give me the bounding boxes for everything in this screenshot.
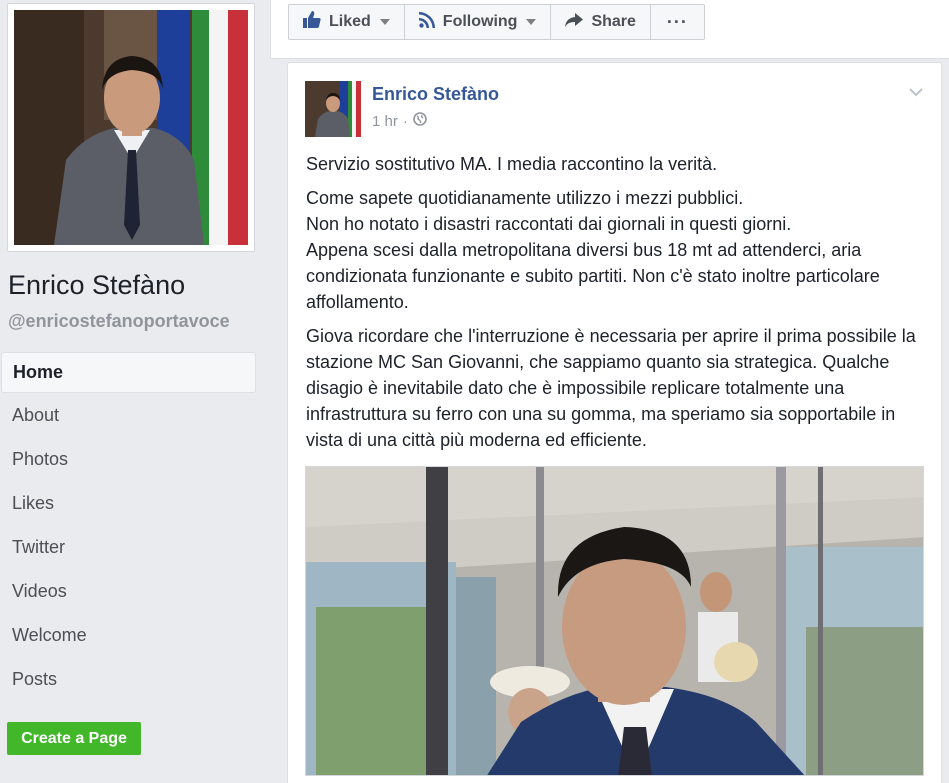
following-label: Following xyxy=(442,13,518,30)
liked-label: Liked xyxy=(329,13,371,30)
nav-item-welcome[interactable]: Welcome xyxy=(0,615,256,659)
share-label: Share xyxy=(591,13,636,30)
chevron-down-icon[interactable] xyxy=(909,85,923,103)
post-author-avatar[interactable] xyxy=(305,81,361,137)
post-paragraph: Giova ricordare che l'interruzione è nec… xyxy=(306,326,916,450)
liked-button[interactable]: Liked xyxy=(288,4,404,40)
nav-item-videos[interactable]: Videos xyxy=(0,571,256,615)
post-timestamp[interactable]: 1 hr xyxy=(372,113,398,130)
post-text: Servizio sostitutivo MA. I media raccont… xyxy=(306,151,931,461)
post-paragraph: Servizio sostitutivo MA. I media raccont… xyxy=(306,154,718,174)
meta-separator: · xyxy=(402,112,408,130)
rss-icon xyxy=(418,11,435,33)
thumbs-up-icon xyxy=(303,11,321,33)
share-button[interactable]: Share xyxy=(550,4,650,40)
post-meta: 1 hr · xyxy=(372,112,427,130)
post-author-name[interactable]: Enrico Stefàno xyxy=(372,84,499,105)
post-paragraph: Come sapete quotidianamente utilizzo i m… xyxy=(306,188,880,312)
page-title[interactable]: Enrico Stefàno xyxy=(8,270,185,301)
bus-selfie-illustration xyxy=(306,467,923,775)
profile-picture-frame[interactable] xyxy=(7,3,255,252)
post-photo[interactable] xyxy=(305,466,924,776)
profile-picture[interactable] xyxy=(14,10,248,245)
more-icon: ··· xyxy=(666,11,688,32)
left-column: Enrico Stefàno @enricostefanoportavoce H… xyxy=(0,0,270,783)
nav-item-about[interactable]: About xyxy=(0,395,256,439)
globe-icon[interactable] xyxy=(413,112,427,130)
post-card: Enrico Stefàno 1 hr · Servizio sostituti… xyxy=(287,62,942,783)
create-page-button[interactable]: Create a Page xyxy=(7,722,141,755)
profile-photo-illustration xyxy=(14,10,248,245)
following-button[interactable]: Following xyxy=(403,4,551,40)
page-nav: Home About Photos Likes Twitter Videos W… xyxy=(0,352,256,703)
nav-item-photos[interactable]: Photos xyxy=(0,439,256,483)
avatar-illustration xyxy=(305,81,361,137)
nav-item-twitter[interactable]: Twitter xyxy=(0,527,256,571)
page-action-buttons: Liked Following Share ··· xyxy=(288,4,705,40)
nav-item-home[interactable]: Home xyxy=(1,352,256,393)
share-arrow-icon xyxy=(565,12,584,32)
nav-item-likes[interactable]: Likes xyxy=(0,483,256,527)
chevron-down-icon xyxy=(379,19,390,25)
page-action-bar: Liked Following Share ··· xyxy=(270,0,949,59)
page-username[interactable]: @enricostefanoportavoce xyxy=(8,311,230,332)
nav-item-posts[interactable]: Posts xyxy=(0,659,256,703)
more-options-button[interactable]: ··· xyxy=(649,4,705,40)
chevron-down-icon xyxy=(526,19,537,25)
